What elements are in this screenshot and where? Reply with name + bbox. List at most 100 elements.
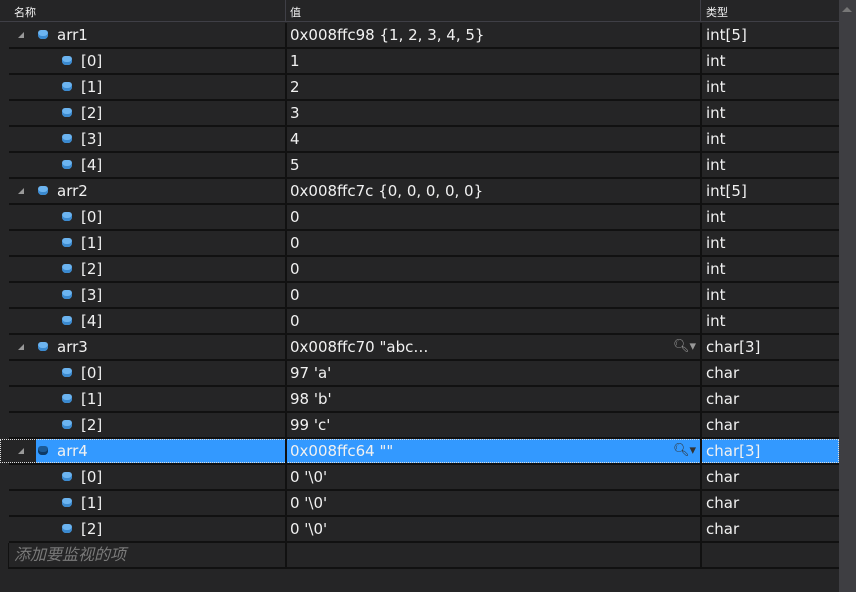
row-value[interactable]: 0 xyxy=(290,283,300,307)
variable-icon xyxy=(62,212,72,221)
row-name: arr3 xyxy=(57,338,88,356)
watch-row[interactable]: [3] 4 int xyxy=(0,127,839,153)
row-name: [3] xyxy=(81,286,103,304)
vertical-scrollbar[interactable] xyxy=(839,0,856,592)
row-name: arr1 xyxy=(57,26,88,44)
row-name: [1] xyxy=(81,78,103,96)
expand-collapse-arrow-icon[interactable] xyxy=(18,188,24,194)
expand-collapse-arrow-icon[interactable] xyxy=(18,344,24,350)
row-type: char xyxy=(706,468,740,486)
variable-icon xyxy=(62,394,72,403)
watch-row[interactable]: arr2 0x008ffc7c {0, 0, 0, 0, 0} int[5] xyxy=(0,179,839,205)
row-type: int xyxy=(706,130,726,148)
row-value[interactable]: 4 xyxy=(290,127,300,151)
row-name: [2] xyxy=(81,416,103,434)
row-value[interactable]: 0 '\0' xyxy=(290,465,327,489)
watch-row[interactable]: arr1 0x008ffc98 {1, 2, 3, 4, 5} int[5] xyxy=(0,23,839,49)
watch-row[interactable]: [1] 0 int xyxy=(0,231,839,257)
row-type: char xyxy=(706,364,740,382)
variable-icon xyxy=(38,342,48,351)
row-value[interactable]: 0x008ffc64 "" xyxy=(290,439,393,463)
variable-icon xyxy=(62,238,72,247)
row-name: [0] xyxy=(81,364,103,382)
row-name: arr4 xyxy=(57,442,88,460)
watch-row[interactable]: [0] 97 'a' char xyxy=(0,361,839,387)
row-value[interactable]: 2 xyxy=(290,75,300,99)
row-type: int xyxy=(706,286,726,304)
row-value[interactable]: 0 xyxy=(290,205,300,229)
variable-icon xyxy=(62,108,72,117)
watch-row[interactable]: [2] 3 int xyxy=(0,101,839,127)
variable-icon xyxy=(62,82,72,91)
watch-row[interactable]: [1] 98 'b' char xyxy=(0,387,839,413)
row-value[interactable]: 0x008ffc7c {0, 0, 0, 0, 0} xyxy=(290,179,483,203)
text-visualizer-magnifier-icon[interactable]: 🔍︎▾ xyxy=(673,339,696,354)
row-value[interactable]: 0 xyxy=(290,309,300,333)
row-name: [0] xyxy=(81,52,103,70)
variable-icon xyxy=(38,30,48,39)
row-value[interactable]: 5 xyxy=(290,153,300,177)
row-value[interactable]: 0 xyxy=(290,257,300,281)
text-visualizer-magnifier-icon[interactable]: 🔍︎▾ xyxy=(673,443,696,458)
watch-row[interactable]: [1] 2 int xyxy=(0,75,839,101)
row-name: [2] xyxy=(81,260,103,278)
variable-icon xyxy=(62,264,72,273)
row-name: arr2 xyxy=(57,182,88,200)
row-value[interactable]: 0 '\0' xyxy=(290,517,327,541)
watch-row[interactable]: [3] 0 int xyxy=(0,283,839,309)
row-value[interactable]: 0 '\0' xyxy=(290,491,327,515)
row-name: [3] xyxy=(81,130,103,148)
row-value[interactable]: 98 'b' xyxy=(290,387,332,411)
row-type: char[3] xyxy=(706,338,761,356)
row-name: [1] xyxy=(81,390,103,408)
row-value[interactable]: 1 xyxy=(290,49,300,73)
add-watch-input[interactable]: 添加要监视的项 xyxy=(14,543,126,567)
watch-row[interactable]: [0] 0 int xyxy=(0,205,839,231)
variable-icon xyxy=(62,472,72,481)
watch-row[interactable]: [4] 0 int xyxy=(0,309,839,335)
row-name: [4] xyxy=(81,312,103,330)
variable-icon xyxy=(62,420,72,429)
row-name: [2] xyxy=(81,104,103,122)
watch-row[interactable]: arr4 0x008ffc64 "" 🔍︎▾ char[3] xyxy=(0,439,839,465)
variable-icon xyxy=(62,134,72,143)
row-type: int xyxy=(706,234,726,252)
variable-icon xyxy=(38,446,48,455)
watch-row[interactable]: [2] 0 int xyxy=(0,257,839,283)
expand-collapse-arrow-icon[interactable] xyxy=(18,448,24,454)
row-type: int[5] xyxy=(706,182,747,200)
variable-icon xyxy=(62,524,72,533)
column-name-header[interactable]: 名称 xyxy=(14,4,36,20)
variable-icon xyxy=(62,290,72,299)
row-type: int xyxy=(706,52,726,70)
row-type: int xyxy=(706,260,726,278)
variable-icon xyxy=(62,160,72,169)
row-type: int xyxy=(706,78,726,96)
variable-icon xyxy=(62,316,72,325)
watch-row[interactable]: [1] 0 '\0' char xyxy=(0,491,839,517)
scroll-up-arrow-icon[interactable] xyxy=(842,7,852,12)
row-value[interactable]: 97 'a' xyxy=(290,361,331,385)
add-watch-row[interactable]: 添加要监视的项 xyxy=(0,543,839,569)
row-value[interactable]: 0x008ffc98 {1, 2, 3, 4, 5} xyxy=(290,23,484,47)
row-name: [2] xyxy=(81,520,103,538)
watch-row[interactable]: [2] 0 '\0' char xyxy=(0,517,839,543)
column-type-header[interactable]: 类型 xyxy=(706,4,728,20)
row-name: [0] xyxy=(81,208,103,226)
column-header: 名称 值 类型 xyxy=(0,0,839,22)
row-name: [1] xyxy=(81,494,103,512)
row-value[interactable]: 0 xyxy=(290,231,300,255)
watch-row[interactable]: [2] 99 'c' char xyxy=(0,413,839,439)
watch-row[interactable]: [4] 5 int xyxy=(0,153,839,179)
column-value-header[interactable]: 值 xyxy=(290,4,301,20)
row-type: int xyxy=(706,104,726,122)
row-value[interactable]: 0x008ffc70 "abc… xyxy=(290,335,428,359)
row-type: int xyxy=(706,312,726,330)
row-value[interactable]: 99 'c' xyxy=(290,413,330,437)
watch-row[interactable]: arr3 0x008ffc70 "abc… 🔍︎▾ char[3] xyxy=(0,335,839,361)
expand-collapse-arrow-icon[interactable] xyxy=(18,32,24,38)
watch-row[interactable]: [0] 1 int xyxy=(0,49,839,75)
row-type: char xyxy=(706,416,740,434)
watch-row[interactable]: [0] 0 '\0' char xyxy=(0,465,839,491)
row-value[interactable]: 3 xyxy=(290,101,300,125)
